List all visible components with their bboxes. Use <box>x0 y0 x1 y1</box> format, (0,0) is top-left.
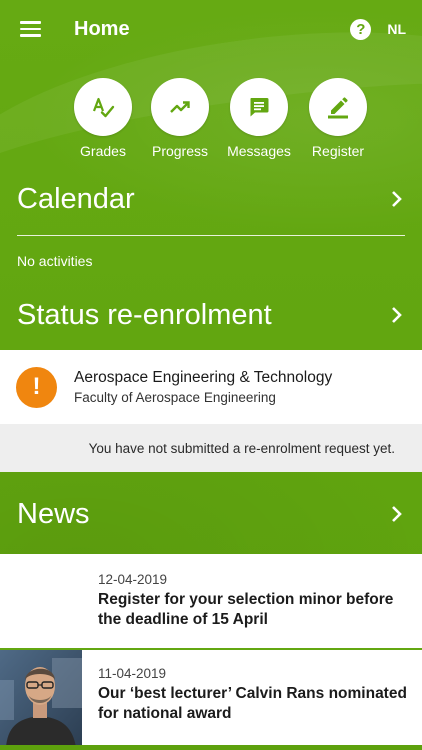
faculty-name: Faculty of Aerospace Engineering <box>74 390 276 405</box>
quick-actions: Grades Progress Messages Register <box>0 58 422 159</box>
messages-label: Messages <box>227 143 291 159</box>
calendar-empty-text: No activities <box>17 253 93 269</box>
language-toggle[interactable]: NL <box>387 21 406 37</box>
news-header[interactable]: News <box>0 474 422 554</box>
calendar-title: Calendar <box>17 182 135 215</box>
news-item[interactable]: 12-04-2019 Register for your selection m… <box>0 554 422 648</box>
chevron-right-icon <box>392 506 402 522</box>
register-button[interactable]: Register <box>298 78 378 159</box>
reenrolment-message: You have not submitted a re-enrolment re… <box>0 424 422 472</box>
news-headline: Our ‘best lecturer’ Calvin Rans nominate… <box>98 685 407 722</box>
reenrolment-header[interactable]: Status re-enrolment <box>0 280 422 350</box>
news-item[interactable]: 11-04-2019 Our ‘best lecturer’ Calvin Ra… <box>0 648 422 745</box>
reenrolment-card: ! Aerospace Engineering & Technology Fac… <box>0 350 422 472</box>
progress-button[interactable]: Progress <box>140 78 220 159</box>
menu-icon[interactable] <box>20 18 46 40</box>
news-date: 12-04-2019 <box>98 572 168 587</box>
grades-label: Grades <box>80 143 126 159</box>
chevron-right-icon <box>392 307 402 323</box>
trending-up-icon <box>151 78 209 136</box>
app-bar: Home ? NL <box>0 0 422 58</box>
grades-button[interactable]: Grades <box>63 78 143 159</box>
news-date: 11-04-2019 <box>98 666 167 681</box>
messages-button[interactable]: Messages <box>219 78 299 159</box>
grades-icon <box>74 78 132 136</box>
progress-label: Progress <box>151 143 209 159</box>
register-label: Register <box>311 143 365 159</box>
warning-icon: ! <box>16 366 57 408</box>
calendar-header[interactable]: Calendar <box>0 167 422 231</box>
news-thumbnail-empty <box>0 554 82 648</box>
program-name: Aerospace Engineering & Technology <box>74 369 333 386</box>
program-row[interactable]: ! Aerospace Engineering & Technology Fac… <box>0 350 422 424</box>
edit-icon <box>309 78 367 136</box>
news-headline: Register for your selection minor before… <box>98 591 394 628</box>
help-icon[interactable]: ? <box>350 18 372 40</box>
page-title: Home <box>74 17 130 40</box>
reenrolment-title: Status re-enrolment <box>17 298 272 331</box>
news-thumbnail-image <box>0 650 82 745</box>
news-title: News <box>17 497 90 530</box>
message-icon <box>230 78 288 136</box>
chevron-right-icon <box>392 191 402 207</box>
